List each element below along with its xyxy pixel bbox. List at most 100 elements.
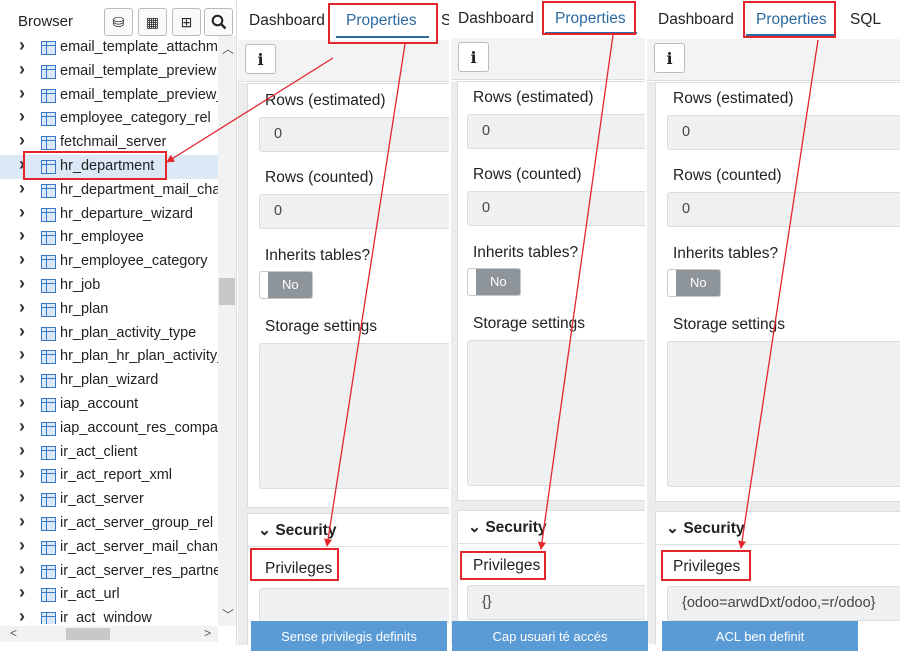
tree-item[interactable]: › hr_plan_wizard	[0, 368, 220, 393]
tree-item[interactable]: › hr_departure_wizard	[0, 202, 220, 227]
tab-properties[interactable]: Properties	[346, 12, 417, 30]
scroll-down-icon[interactable]: ﹀	[222, 606, 234, 623]
chevron-right-icon[interactable]: ›	[19, 463, 25, 484]
storage-settings-area[interactable]	[467, 340, 645, 486]
tree-item[interactable]: › ir_act_server_res_partne	[0, 559, 220, 584]
tree-item[interactable]: › email_template_attachm	[0, 36, 220, 60]
database-icon[interactable]: ⛁	[104, 8, 133, 36]
search-icon[interactable]	[204, 8, 233, 36]
chevron-right-icon[interactable]: ›	[19, 582, 25, 603]
chevron-right-icon[interactable]: ›	[19, 416, 25, 437]
tab-dashboard[interactable]: Dashboard	[658, 11, 734, 29]
tree-item[interactable]: › ir_act_client	[0, 440, 220, 465]
inherits-tables-toggle[interactable]: No	[259, 271, 313, 299]
scroll-left-icon[interactable]: <	[10, 626, 17, 640]
tree-item-label: hr_employee	[60, 229, 144, 245]
tree-item[interactable]: › hr_employee_category	[0, 249, 220, 274]
chevron-right-icon[interactable]: ›	[19, 130, 25, 151]
rows-estimated-field[interactable]: 0	[259, 117, 449, 152]
chevron-right-icon[interactable]: ›	[19, 59, 25, 80]
chevron-right-icon[interactable]: ›	[19, 535, 25, 556]
tree-item[interactable]: › employee_category_rel	[0, 106, 220, 131]
tree-item[interactable]: › ir_act_server	[0, 487, 220, 512]
rows-estimated-field[interactable]: 0	[467, 114, 645, 149]
tree-item[interactable]: › hr_department	[0, 154, 220, 179]
security-header[interactable]: ⌄ Security	[468, 518, 546, 537]
tab-sql[interactable]: S	[441, 12, 449, 30]
table-icon[interactable]: ▦	[138, 8, 167, 36]
active-tab-indicator	[336, 36, 429, 38]
tree-item[interactable]: › hr_plan_activity_type	[0, 321, 220, 346]
scroll-right-icon[interactable]: >	[204, 626, 211, 640]
vertical-scrollbar[interactable]: ︿ ﹀	[218, 36, 236, 626]
chevron-right-icon[interactable]: ›	[19, 321, 25, 342]
chevron-right-icon[interactable]: ›	[19, 344, 25, 365]
tree-item[interactable]: › email_template_preview_	[0, 83, 220, 108]
tree-item-label: hr_job	[60, 277, 101, 293]
privileges-field[interactable]: {odoo=arwdDxt/odoo,=r/odoo}	[667, 586, 900, 621]
tree-item[interactable]: › ir_act_url	[0, 582, 220, 607]
security-header[interactable]: ⌄ Security	[258, 521, 336, 540]
chevron-down-icon: ⌄	[666, 520, 679, 537]
rows-counted-field[interactable]: 0	[667, 192, 900, 227]
tree-item[interactable]: › iap_account_res_compar	[0, 416, 220, 441]
chevron-right-icon[interactable]: ›	[19, 36, 25, 56]
tree-item[interactable]: › fetchmail_server	[0, 130, 220, 155]
tree-item[interactable]: › hr_plan	[0, 297, 220, 322]
security-header[interactable]: ⌄ Security	[666, 519, 744, 538]
table-icon	[41, 136, 56, 150]
chevron-right-icon[interactable]: ›	[19, 225, 25, 246]
chevron-right-icon[interactable]: ›	[19, 368, 25, 389]
tab-properties[interactable]: Properties	[555, 10, 626, 28]
chevron-right-icon[interactable]: ›	[19, 440, 25, 461]
chevron-right-icon[interactable]: ›	[19, 249, 25, 270]
chevron-right-icon[interactable]: ›	[19, 559, 25, 580]
info-icon[interactable]: i	[458, 42, 489, 72]
inherits-tables-toggle[interactable]: No	[667, 269, 721, 297]
chevron-right-icon[interactable]: ›	[19, 606, 25, 624]
properties-panel-2: Dashboard Properties i Rows (estimated) …	[451, 0, 645, 645]
tree-item[interactable]: › ir_act_server_mail_chann	[0, 535, 220, 560]
rows-counted-field[interactable]: 0	[259, 194, 449, 229]
tree-item[interactable]: › hr_department_mail_cha	[0, 178, 220, 203]
scroll-thumb[interactable]	[219, 278, 235, 305]
privileges-field[interactable]	[259, 588, 449, 623]
tree-item[interactable]: › ir_act_server_group_rel	[0, 511, 220, 536]
chevron-right-icon[interactable]: ›	[19, 154, 25, 175]
tab-dashboard[interactable]: Dashboard	[249, 12, 325, 30]
rows-counted-field[interactable]: 0	[467, 191, 645, 226]
storage-settings-area[interactable]	[259, 343, 449, 489]
rows-counted-label: Rows (counted)	[473, 166, 582, 183]
chevron-right-icon[interactable]: ›	[19, 178, 25, 199]
chevron-right-icon[interactable]: ›	[19, 273, 25, 294]
chevron-right-icon[interactable]: ›	[19, 297, 25, 318]
chevron-right-icon[interactable]: ›	[19, 511, 25, 532]
tree-item[interactable]: › hr_employee	[0, 225, 220, 250]
tree-item[interactable]: › ir_act_window	[0, 606, 220, 624]
info-icon[interactable]: i	[245, 44, 276, 74]
caption-3: ACL ben definit	[662, 621, 858, 651]
tree-item[interactable]: › hr_job	[0, 273, 220, 298]
inherits-tables-toggle[interactable]: No	[467, 268, 521, 296]
chevron-right-icon[interactable]: ›	[19, 202, 25, 223]
tab-sql[interactable]: SQL	[850, 11, 881, 29]
privileges-field[interactable]: {}	[467, 585, 645, 620]
tree-item[interactable]: › ir_act_report_xml	[0, 463, 220, 488]
chevron-right-icon[interactable]: ›	[19, 83, 25, 104]
tree-item[interactable]: › hr_plan_hr_plan_activity_	[0, 344, 220, 369]
storage-settings-area[interactable]	[667, 341, 900, 487]
chevron-right-icon[interactable]: ›	[19, 392, 25, 413]
filtered-table-icon[interactable]: ⊞	[172, 8, 201, 36]
scroll-up-icon[interactable]: ︿	[222, 40, 234, 57]
tree-item[interactable]: › email_template_preview	[0, 59, 220, 84]
tree-item[interactable]: › iap_account	[0, 392, 220, 417]
tab-dashboard[interactable]: Dashboard	[458, 10, 534, 28]
chevron-right-icon[interactable]: ›	[19, 487, 25, 508]
browser-title: Browser	[18, 13, 74, 30]
info-icon[interactable]: i	[654, 43, 685, 73]
rows-estimated-field[interactable]: 0	[667, 115, 900, 150]
hscroll-thumb[interactable]	[66, 628, 110, 640]
horizontal-scrollbar[interactable]: < >	[0, 626, 218, 642]
chevron-right-icon[interactable]: ›	[19, 106, 25, 127]
tab-properties[interactable]: Properties	[756, 11, 827, 29]
